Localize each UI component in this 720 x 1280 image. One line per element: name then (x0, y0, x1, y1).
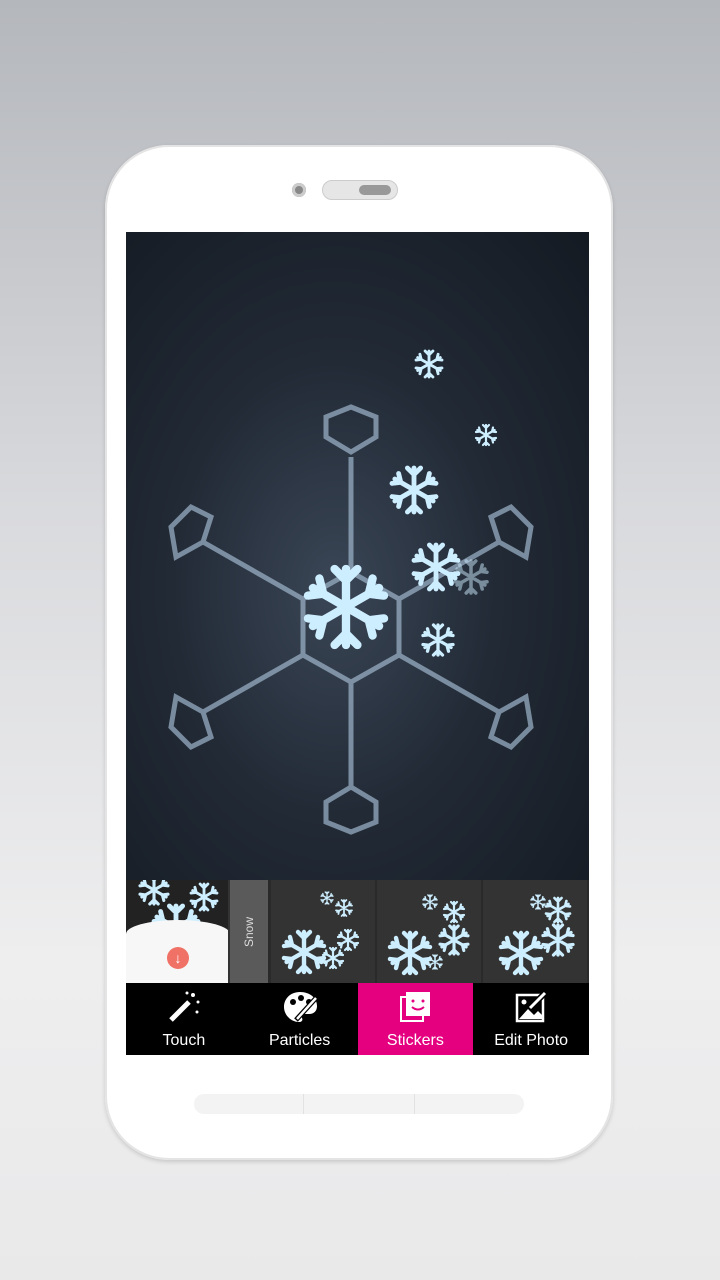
sticker-pack[interactable] (271, 880, 375, 983)
edit-photo-icon (515, 990, 548, 1023)
magic-wand-icon (169, 991, 200, 1022)
bottom-toolbar: Touch Particles Stickers Edit Photo (126, 983, 589, 1055)
front-camera (292, 183, 306, 197)
sticker-snowflake[interactable] (308, 569, 384, 645)
sticker-strip: ↓ Snow (126, 880, 589, 983)
photo-canvas[interactable] (126, 232, 589, 880)
tab-label: Touch (162, 1032, 206, 1049)
palette-icon (283, 992, 318, 1022)
sticker-pack[interactable] (377, 880, 481, 983)
tab-edit-photo[interactable]: Edit Photo (473, 983, 589, 1055)
sticker-pack-download[interactable]: ↓ (126, 880, 230, 983)
snowflake-photo (168, 349, 534, 835)
speaker (322, 180, 398, 200)
sticker-icon (400, 992, 431, 1022)
category-label[interactable]: Snow (230, 880, 268, 983)
tab-touch[interactable]: Touch (126, 983, 242, 1055)
download-icon[interactable]: ↓ (167, 947, 189, 969)
home-bar (194, 1094, 524, 1114)
tab-particles[interactable]: Particles (242, 983, 358, 1055)
tab-label: Edit Photo (494, 1032, 569, 1049)
tab-stickers[interactable]: Stickers (357, 983, 474, 1055)
tab-label: Stickers (386, 1032, 444, 1049)
tab-label: Particles (268, 1032, 331, 1049)
sticker-pack[interactable] (483, 880, 587, 983)
app-screen: ↓ Snow Touch Particles Stickers Edit Pho… (126, 232, 589, 1055)
